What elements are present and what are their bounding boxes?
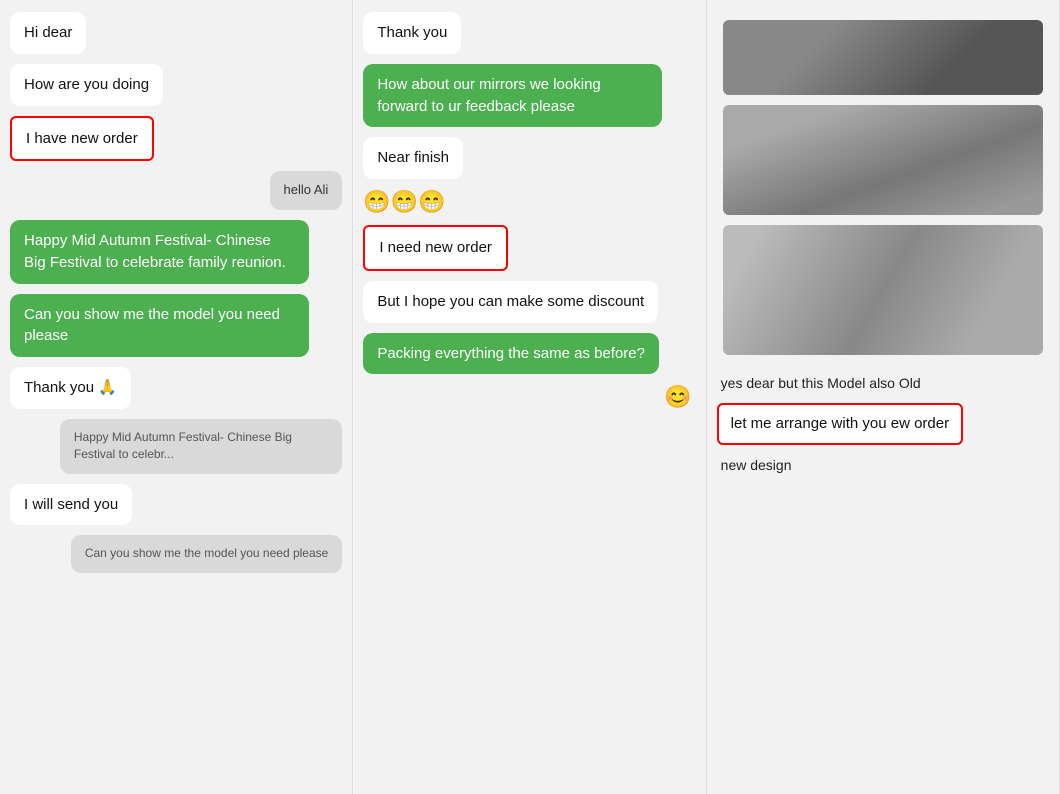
msg-arrange-order: let me arrange with you ew order	[717, 403, 1049, 445]
msg-thank-you-pray: Thank you 🙏	[10, 367, 342, 409]
msg-hi-dear: Hi dear	[10, 12, 342, 54]
msg-show-model: Can you show me the model you need pleas…	[10, 294, 342, 358]
product-image-1	[723, 20, 1043, 95]
msg-mirrors-feedback: How about our mirrors we looking forward…	[363, 64, 695, 128]
msg-need-new-order: I need new order	[363, 225, 695, 271]
msg-i-will-send: I will send you	[10, 484, 342, 526]
chat-column-1: Hi dear How are you doing I have new ord…	[0, 0, 353, 794]
chat-column-2: Thank you How about our mirrors we looki…	[353, 0, 706, 794]
msg-thank-you: Thank you	[363, 12, 695, 54]
product-image-2	[723, 105, 1043, 215]
msg-near-finish: Near finish	[363, 137, 695, 179]
msg-discount: But I hope you can make some discount	[363, 281, 695, 323]
msg-new-design: new design	[717, 455, 1049, 475]
footer-emoji: 😊	[363, 384, 695, 410]
msg-packing: Packing everything the same as before?	[363, 333, 695, 375]
msg-hello-ali: hello Ali	[10, 171, 342, 210]
msg-quote1: Happy Mid Autumn Festival- Chinese Big F…	[10, 419, 342, 474]
msg-how-are-you: How are you doing	[10, 64, 342, 106]
product-image-3	[723, 225, 1043, 355]
msg-emoji-laugh: 😁😁😁	[363, 189, 695, 215]
msg-happy-festival: Happy Mid Autumn Festival- Chinese Big F…	[10, 220, 342, 284]
chat-column-3: yes dear but this Model also Old let me …	[707, 0, 1060, 794]
msg-i-have-new-order: I have new order	[10, 116, 342, 162]
msg-quote2: Can you show me the model you need pleas…	[10, 535, 342, 572]
msg-yes-dear: yes dear but this Model also Old	[717, 373, 1049, 393]
image-panel	[717, 12, 1049, 363]
